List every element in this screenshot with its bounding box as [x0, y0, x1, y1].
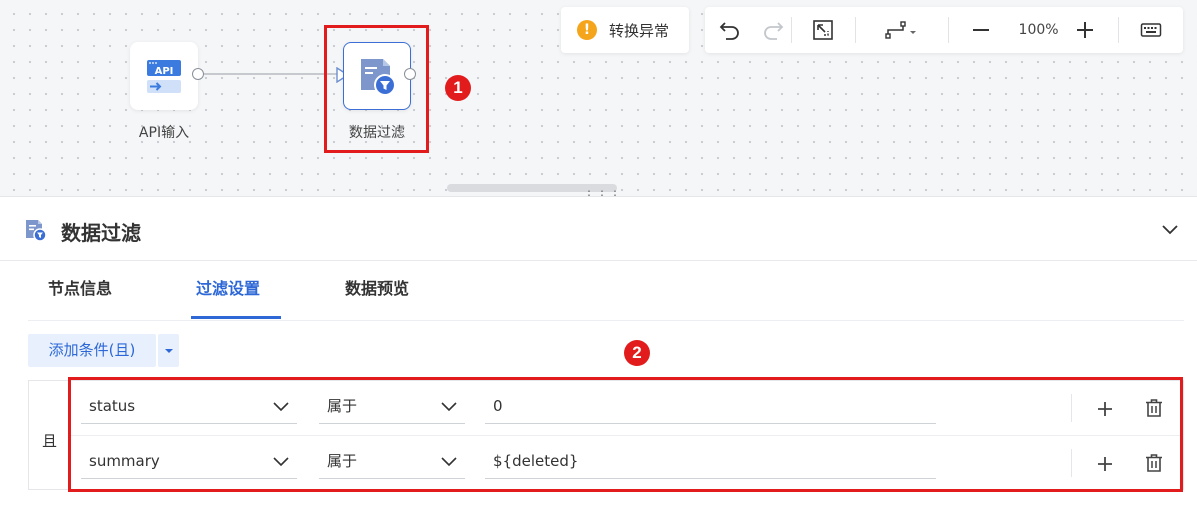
tab-data-preview[interactable]: 数据预览 — [345, 261, 409, 320]
canvas-toolbar: 100% — [705, 7, 1183, 53]
keyboard-shortcuts-button[interactable] — [1119, 7, 1183, 53]
api-output-port[interactable] — [192, 68, 204, 80]
zoom-in-button[interactable] — [1064, 7, 1106, 53]
fit-view-button[interactable] — [792, 7, 856, 53]
logic-and-label: 且 — [42, 432, 58, 450]
add-condition-button[interactable]: 添加条件(且) — [28, 334, 156, 367]
panel-title: 数据过滤 — [61, 221, 141, 245]
panel-header: 数据过滤 — [0, 197, 1197, 261]
flow-canvas[interactable]: API API输入 数据过滤 1 ! 转换异常 100% ⋮⋮⋮ — [0, 0, 1197, 196]
active-tab-indicator — [191, 316, 281, 319]
svg-text:API: API — [155, 66, 174, 77]
node-config-panel: 数据过滤 节点信息 过滤设置 数据预览 添加条件(且) 2 且 status 属… — [0, 196, 1197, 505]
tab-filter-settings[interactable]: 过滤设置 — [196, 261, 260, 320]
undo-button[interactable] — [705, 7, 755, 53]
annotation-badge-1: 1 — [445, 75, 471, 101]
annotation-badge-2: 2 — [624, 340, 650, 366]
connection-edge[interactable] — [204, 73, 339, 75]
redo-button[interactable] — [755, 7, 791, 53]
zoom-level: 100% — [1018, 22, 1059, 38]
fit-view-icon — [813, 20, 834, 40]
zoom-out-icon — [972, 29, 989, 31]
chevron-down-icon[interactable] — [1160, 219, 1180, 239]
warning-icon: ! — [577, 20, 597, 40]
zoom-out-button[interactable] — [949, 7, 1013, 53]
api-input-node[interactable]: API — [130, 42, 198, 110]
caret-down-icon — [164, 348, 173, 353]
redo-icon — [763, 22, 783, 40]
annotation-box-1 — [324, 25, 429, 153]
warning-text: 转换异常 — [609, 21, 670, 40]
data-filter-icon — [26, 220, 47, 242]
api-node-label: API输入 — [138, 125, 190, 141]
undo-icon — [719, 22, 739, 40]
tab-node-info[interactable]: 节点信息 — [48, 261, 112, 320]
conversion-warning-button[interactable]: ! 转换异常 — [561, 7, 689, 53]
add-condition-dropdown[interactable] — [158, 334, 179, 367]
connector-style-button[interactable] — [856, 7, 948, 53]
zoom-in-icon — [1077, 22, 1094, 38]
connector-style-icon — [885, 21, 917, 39]
panel-tabs: 节点信息 过滤设置 数据预览 — [28, 261, 1184, 321]
annotation-box-2 — [68, 377, 1183, 492]
api-input-icon: API — [147, 60, 181, 93]
keyboard-icon — [1140, 23, 1162, 37]
